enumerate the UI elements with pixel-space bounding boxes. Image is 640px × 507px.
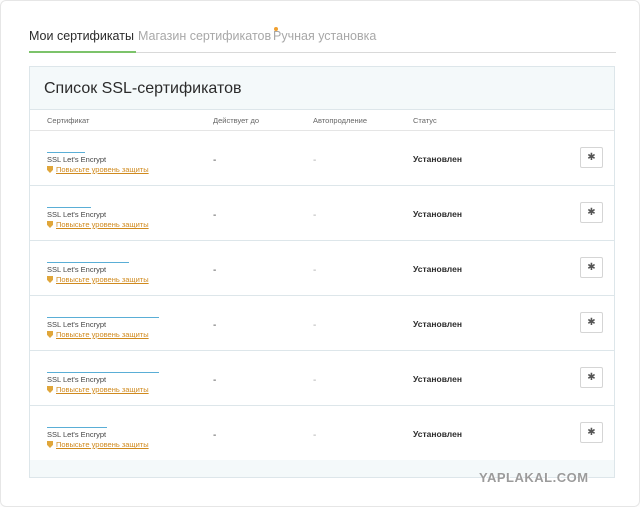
- upgrade-security-link[interactable]: Повысьте уровень защиты: [47, 220, 149, 229]
- shield-icon: [47, 331, 53, 338]
- valid-until: -: [213, 210, 217, 221]
- certificate-type: SSL Let's Encrypt: [47, 430, 107, 439]
- valid-until: -: [213, 375, 217, 386]
- ssl-list-panel: Список SSL-сертификатов Сертификат Дейст…: [29, 66, 615, 478]
- upgrade-label: Повысьте уровень защиты: [56, 385, 149, 394]
- watermark: YAPLAKAL.COM: [479, 470, 589, 485]
- tab-manual-install[interactable]: Ручная установка: [273, 29, 376, 43]
- autorenew: -: [313, 210, 317, 221]
- status-text: Установлен: [413, 374, 462, 384]
- status-text: Установлен: [413, 429, 462, 439]
- settings-button[interactable]: ✱: [580, 147, 603, 168]
- autorenew: -: [313, 375, 317, 386]
- certificate-type: SSL Let's Encrypt: [47, 320, 107, 329]
- table-row: SSL Let's Encrypt Повысьте уровень защит…: [30, 131, 614, 186]
- table-header: Сертификат Действует до Автопродление Ст…: [30, 110, 614, 131]
- gear-icon: ✱: [587, 316, 596, 328]
- table-body: SSL Let's Encrypt Повысьте уровень защит…: [30, 131, 614, 461]
- status-text: Установлен: [413, 209, 462, 219]
- valid-until: -: [213, 155, 217, 166]
- gear-icon: ✱: [587, 371, 596, 383]
- page-frame: Мои сертификаты Магазин сертификатов Руч…: [0, 0, 640, 507]
- upgrade-label: Повысьте уровень защиты: [56, 165, 149, 174]
- tab-bar: Мои сертификаты Магазин сертификатов Руч…: [29, 25, 616, 53]
- valid-until: -: [213, 430, 217, 441]
- tab-certificate-store[interactable]: Магазин сертификатов: [138, 27, 279, 43]
- domain-link[interactable]: [47, 199, 91, 208]
- certificate-type: SSL Let's Encrypt: [47, 210, 107, 219]
- shield-icon: [47, 386, 53, 393]
- settings-button[interactable]: ✱: [580, 367, 603, 388]
- upgrade-security-link[interactable]: Повысьте уровень защиты: [47, 165, 149, 174]
- upgrade-label: Повысьте уровень защиты: [56, 440, 149, 449]
- table-row: SSL Let's Encrypt Повысьте уровень защит…: [30, 241, 614, 296]
- status-text: Установлен: [413, 154, 462, 164]
- upgrade-label: Повысьте уровень защиты: [56, 220, 149, 229]
- certificate-type: SSL Let's Encrypt: [47, 265, 107, 274]
- status-text: Установлен: [413, 264, 462, 274]
- domain-link[interactable]: [47, 419, 107, 428]
- upgrade-security-link[interactable]: Повысьте уровень защиты: [47, 440, 149, 449]
- domain-link[interactable]: [47, 144, 85, 153]
- domain-link[interactable]: [47, 254, 129, 263]
- table-row: SSL Let's Encrypt Повысьте уровень защит…: [30, 296, 614, 351]
- autorenew: -: [313, 155, 317, 166]
- table-row: SSL Let's Encrypt Повысьте уровень защит…: [30, 351, 614, 406]
- panel-header: Список SSL-сертификатов: [30, 67, 614, 110]
- gear-icon: ✱: [587, 261, 596, 273]
- col-status: Статус: [413, 116, 437, 125]
- tab-my-certificates[interactable]: Мои сертификаты: [29, 29, 136, 53]
- domain-link[interactable]: [47, 309, 159, 318]
- upgrade-security-link[interactable]: Повысьте уровень защиты: [47, 275, 149, 284]
- col-certificate: Сертификат: [47, 116, 90, 125]
- gear-icon: ✱: [587, 151, 596, 163]
- gear-icon: ✱: [587, 426, 596, 438]
- shield-icon: [47, 166, 53, 173]
- panel-title: Список SSL-сертификатов: [44, 80, 242, 97]
- table-row: SSL Let's Encrypt Повысьте уровень защит…: [30, 406, 614, 461]
- domain-link[interactable]: [47, 364, 159, 373]
- upgrade-security-link[interactable]: Повысьте уровень защиты: [47, 385, 149, 394]
- upgrade-label: Повысьте уровень защиты: [56, 275, 149, 284]
- autorenew: -: [313, 430, 317, 441]
- autorenew: -: [313, 320, 317, 331]
- valid-until: -: [213, 320, 217, 331]
- status-text: Установлен: [413, 319, 462, 329]
- upgrade-security-link[interactable]: Повысьте уровень защиты: [47, 330, 149, 339]
- shield-icon: [47, 221, 53, 228]
- settings-button[interactable]: ✱: [580, 422, 603, 443]
- settings-button[interactable]: ✱: [580, 202, 603, 223]
- col-valid-until: Действует до: [213, 116, 260, 125]
- certificate-type: SSL Let's Encrypt: [47, 155, 107, 164]
- valid-until: -: [213, 265, 217, 276]
- table-row: SSL Let's Encrypt Повысьте уровень защит…: [30, 186, 614, 241]
- shield-icon: [47, 276, 53, 283]
- tab-label: Магазин сертификатов: [138, 29, 272, 43]
- certificate-type: SSL Let's Encrypt: [47, 375, 107, 384]
- col-autorenew: Автопродление: [313, 116, 368, 125]
- autorenew: -: [313, 265, 317, 276]
- gear-icon: ✱: [587, 206, 596, 218]
- settings-button[interactable]: ✱: [580, 257, 603, 278]
- upgrade-label: Повысьте уровень защиты: [56, 330, 149, 339]
- settings-button[interactable]: ✱: [580, 312, 603, 333]
- shield-icon: [47, 441, 53, 448]
